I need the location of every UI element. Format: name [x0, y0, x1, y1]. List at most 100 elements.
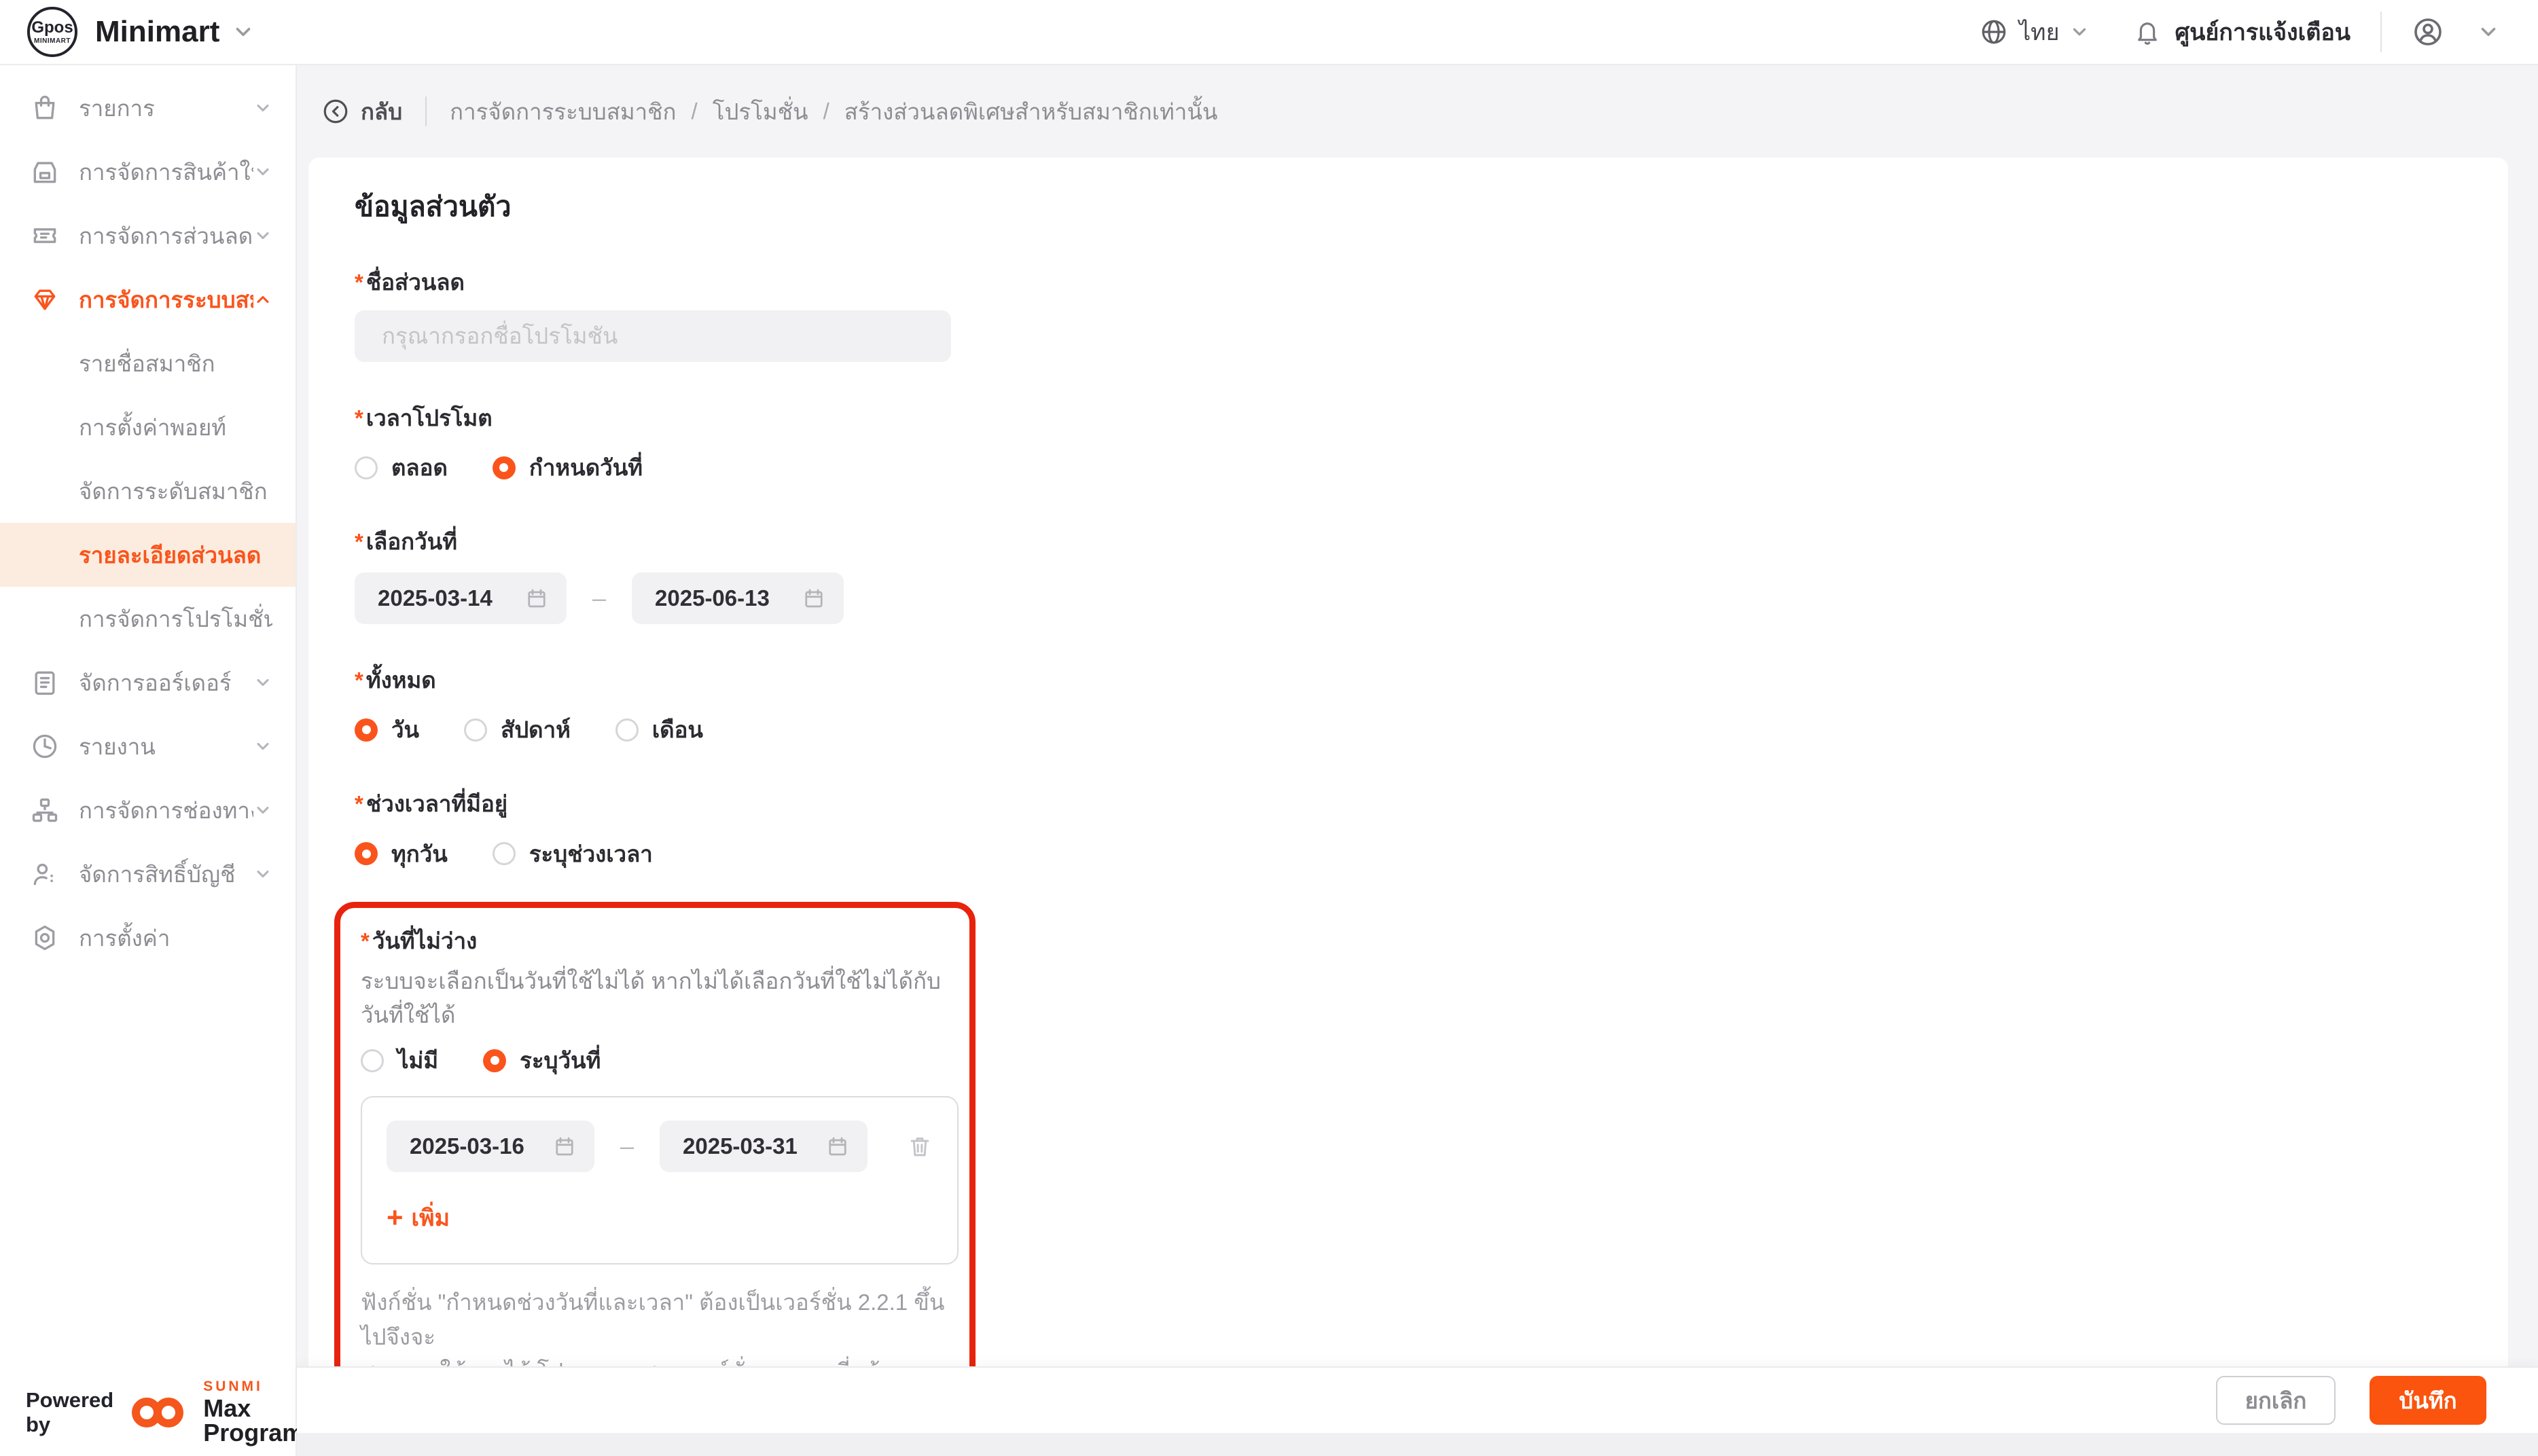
form-title: ข้อมูลส่วนตัว: [355, 185, 2508, 229]
radio-specify-period[interactable]: ระบุช่วงเวลา: [493, 836, 653, 872]
radio-promo-fixed-date[interactable]: กำหนดวันที่: [493, 450, 643, 486]
language-label: ไทย: [2019, 14, 2059, 50]
radio-circle-checked-icon: [355, 842, 378, 865]
radio-specify-date[interactable]: ระบุวันที่: [483, 1042, 601, 1078]
date-range-dash: –: [592, 584, 606, 613]
radio-circle-icon: [464, 718, 487, 742]
chevron-up-icon: [253, 290, 272, 309]
clipboard-icon: [30, 668, 60, 697]
sidebar-item-discount-management[interactable]: การจัดการส่วนลด: [0, 204, 296, 268]
form-card: ข้อมูลส่วนตัว *ชื่อส่วนลด *เวลาโปรโมต ตล…: [308, 158, 2508, 1456]
back-circle-icon: [321, 97, 350, 126]
radio-unit-week[interactable]: สัปดาห์: [464, 712, 571, 748]
plus-icon: +: [387, 1203, 404, 1232]
vip-gem-icon: [30, 285, 60, 314]
start-date-value: 2025-03-14: [378, 585, 524, 611]
sidebar-item-orders-list[interactable]: รายการ: [0, 76, 296, 140]
chevron-down-icon: [253, 162, 272, 181]
page: Gpos MINIMART Minimart ไทย ศูนย์การแจ้: [0, 0, 2538, 1456]
radio-circle-checked-icon: [483, 1049, 506, 1072]
unavailable-date-helper: ระบบจะเลือกเป็นวันที่ใช้ไม่ได้ หากไม่ได้…: [361, 964, 949, 1032]
header-right: ไทย ศูนย์การแจ้งเตือน: [1980, 12, 2500, 52]
powered-by: Powered by SUNMI Max Program: [26, 1379, 304, 1445]
radio-unit-month[interactable]: เดือน: [615, 712, 703, 748]
chevron-down-icon: [253, 801, 272, 820]
sidebar-item-order-management[interactable]: จัดการออร์เดอร์: [0, 651, 296, 714]
sidebar-item-settings[interactable]: การตั้งค่า: [0, 906, 296, 970]
store-icon: [30, 157, 60, 187]
field-select-date: *เลือกวันที่ 2025-03-14 – 2025-06-13: [355, 525, 2508, 624]
chevron-down-icon: [253, 226, 272, 245]
required-asterisk: *: [361, 928, 370, 953]
footer-action-bar: ยกเลิก บันทึก: [297, 1366, 2538, 1433]
radio-everyday[interactable]: ทุกวัน: [355, 836, 448, 872]
field-available-period: *ช่วงเวลาที่มีอยู่ ทุกวัน ระบุช่วงเวลา: [355, 787, 2508, 872]
radio-none[interactable]: ไม่มี: [361, 1042, 438, 1078]
store-name: Minimart: [95, 15, 219, 49]
end-date-value: 2025-06-13: [655, 585, 802, 611]
discount-name-label: *ชื่อส่วนลด: [355, 266, 2508, 299]
language-switcher[interactable]: ไทย: [1980, 14, 2089, 50]
sidebar-item-discount-details[interactable]: รายละเอียดส่วนลด: [0, 523, 296, 587]
gear-icon: [30, 923, 60, 953]
calendar-icon: [552, 1134, 577, 1159]
radio-circle-icon: [615, 718, 639, 742]
sidebar-item-reports[interactable]: รายงาน: [0, 714, 296, 778]
add-date-range-button[interactable]: + เพิ่ม: [387, 1199, 933, 1236]
sidebar-item-promotion-management[interactable]: การจัดการโปรโมชั่น: [0, 587, 296, 651]
sidebar-item-stock-management[interactable]: การจัดการสินค้าในสต๊...: [0, 140, 296, 204]
logo-text-top: Gpos: [31, 20, 73, 36]
unavailable-start-date-picker[interactable]: 2025-03-16: [387, 1121, 594, 1172]
chevron-down-icon[interactable]: [2477, 20, 2500, 43]
main-content: กลับ การจัดการระบบสมาชิก / โปรโมชั่น / ส…: [297, 65, 2538, 1456]
sidebar-item-channel-management[interactable]: การจัดการช่องทาง Gr...: [0, 778, 296, 842]
sidebar-item-membership-system[interactable]: การจัดการระบบสมาชิก: [0, 268, 296, 331]
required-asterisk: *: [355, 529, 363, 554]
radio-circle-icon: [493, 842, 516, 865]
user-permissions-icon: [30, 859, 60, 889]
back-label: กลับ: [361, 94, 402, 130]
breadcrumb-item-promotion[interactable]: โปรโมชั่น: [713, 94, 808, 130]
chevron-down-icon: [253, 98, 272, 117]
sidebar-item-member-list[interactable]: รายชื่อสมาชิก: [0, 331, 296, 395]
radio-promo-forever[interactable]: ตลอด: [355, 450, 448, 486]
required-asterisk: *: [355, 668, 363, 693]
sidebar-item-member-level[interactable]: จัดการระดับสมาชิก: [0, 459, 296, 523]
breadcrumb-item-membership[interactable]: การจัดการระบบสมาชิก: [450, 94, 676, 130]
radio-unit-day[interactable]: วัน: [355, 712, 419, 748]
breadcrumb-item-current: สร้างส่วนลดพิเศษสำหรับสมาชิกเท่านั้น: [844, 94, 1218, 130]
calendar-icon: [524, 586, 549, 611]
user-avatar[interactable]: [2412, 16, 2444, 48]
discount-name-input[interactable]: [355, 310, 951, 362]
required-asterisk: *: [355, 791, 363, 816]
start-date-picker[interactable]: 2025-03-14: [355, 572, 567, 624]
unavailable-end-date-picker[interactable]: 2025-03-31: [660, 1121, 868, 1172]
breadcrumb-separator: /: [823, 98, 829, 124]
breadcrumb-divider: [425, 96, 427, 126]
end-date-picker[interactable]: 2025-06-13: [632, 572, 844, 624]
sidebar: รายการ การจัดการสินค้าในสต๊... การจัดการ…: [0, 65, 297, 1456]
chevron-down-icon: [253, 737, 272, 756]
chevron-down-icon[interactable]: [232, 20, 255, 43]
radio-circle-checked-icon: [493, 456, 516, 479]
sunmi-infinity-icon: [128, 1396, 194, 1430]
promo-time-label: *เวลาโปรโมต: [355, 401, 2508, 435]
back-button[interactable]: กลับ: [321, 94, 402, 130]
field-all-unit: *ทั้งหมด วัน สัปดาห์ เดือน: [355, 663, 2508, 748]
delete-row-trash-icon[interactable]: [907, 1133, 933, 1159]
max-program-wordmark: Max Program: [203, 1396, 304, 1445]
notification-center[interactable]: ศูนย์การแจ้งเตือน: [2133, 14, 2351, 50]
sitemap-icon: [30, 795, 60, 825]
breadcrumb-separator: /: [692, 98, 698, 124]
required-asterisk: *: [355, 270, 363, 295]
field-promo-time: *เวลาโปรโมต ตลอด กำหนดวันที่: [355, 401, 2508, 486]
save-button[interactable]: บันทึก: [2370, 1376, 2486, 1425]
required-asterisk: *: [355, 405, 363, 431]
shopping-bag-icon: [30, 93, 60, 123]
cancel-button[interactable]: ยกเลิก: [2216, 1376, 2336, 1425]
sidebar-item-point-settings[interactable]: การตั้งค่าพอยท์: [0, 395, 296, 459]
coupon-icon: [30, 221, 60, 251]
breadcrumb: กลับ การจัดการระบบสมาชิก / โปรโมชั่น / ส…: [297, 65, 2538, 158]
calendar-icon: [802, 586, 826, 611]
sidebar-item-account-permissions[interactable]: จัดการสิทธิ์บัญชี: [0, 842, 296, 906]
